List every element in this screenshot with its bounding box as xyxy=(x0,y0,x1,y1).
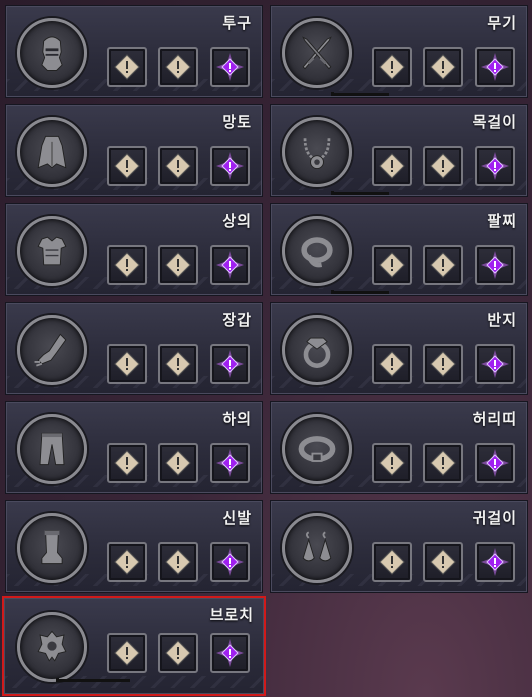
socket-purple-rune-icon[interactable] xyxy=(475,47,515,87)
slot-title: 브로치 xyxy=(209,606,254,624)
socket-rune-icon[interactable] xyxy=(107,344,147,384)
socket-purple-rune-icon[interactable] xyxy=(475,245,515,285)
socket-rune-icon[interactable] xyxy=(158,443,198,483)
connector-line xyxy=(331,92,389,96)
socket-rune-icon[interactable] xyxy=(107,542,147,582)
socket-purple-rune-icon[interactable] xyxy=(210,344,250,384)
slot-panel-brooch[interactable]: 브로치 xyxy=(2,596,266,696)
slot-title: 하의 xyxy=(222,410,252,428)
slot-panel-pants[interactable]: 하의 xyxy=(5,401,263,494)
socket-purple-rune-icon[interactable] xyxy=(210,443,250,483)
socket-rune-icon[interactable] xyxy=(107,443,147,483)
socket-purple-rune-icon[interactable] xyxy=(475,344,515,384)
slot-panel-earrings[interactable]: 귀걸이 xyxy=(270,500,528,593)
slot-title: 귀걸이 xyxy=(472,509,517,527)
cloak-icon[interactable] xyxy=(17,117,87,187)
socket-purple-rune-icon[interactable] xyxy=(210,542,250,582)
slot-panel-necklace[interactable]: 목걸이 xyxy=(270,104,528,197)
socket-rune-icon[interactable] xyxy=(107,245,147,285)
connector-line xyxy=(331,191,389,195)
socket-purple-rune-icon[interactable] xyxy=(475,443,515,483)
chest-armor-icon[interactable] xyxy=(17,216,87,286)
socket-rune-icon[interactable] xyxy=(423,542,463,582)
slot-panel-cloak[interactable]: 망토 xyxy=(5,104,263,197)
slot-title: 장갑 xyxy=(222,311,252,329)
slot-title: 목걸이 xyxy=(472,113,517,131)
socket-purple-rune-icon[interactable] xyxy=(475,542,515,582)
socket-rune-icon[interactable] xyxy=(372,245,412,285)
gauntlet-icon[interactable] xyxy=(17,315,87,385)
socket-rune-icon[interactable] xyxy=(158,245,198,285)
slot-panel-belt[interactable]: 허리띠 xyxy=(270,401,528,494)
belt-icon[interactable] xyxy=(282,414,352,484)
socket-rune-icon[interactable] xyxy=(423,245,463,285)
socket-rune-icon[interactable] xyxy=(158,344,198,384)
slot-title: 반지 xyxy=(487,311,517,329)
slot-title: 팔찌 xyxy=(487,212,517,230)
socket-rune-icon[interactable] xyxy=(107,633,147,673)
socket-purple-rune-icon[interactable] xyxy=(210,146,250,186)
socket-rune-icon[interactable] xyxy=(158,146,198,186)
slot-panel-gloves[interactable]: 장갑 xyxy=(5,302,263,395)
connector-line xyxy=(56,678,130,682)
socket-rune-icon[interactable] xyxy=(372,146,412,186)
slot-panel-weapon[interactable]: 무기 xyxy=(270,5,528,98)
ring-icon[interactable] xyxy=(282,315,352,385)
slot-title: 허리띠 xyxy=(472,410,517,428)
socket-rune-icon[interactable] xyxy=(158,542,198,582)
socket-rune-icon[interactable] xyxy=(158,47,198,87)
socket-purple-rune-icon[interactable] xyxy=(210,633,250,673)
equipment-grid: 투구 무기 망토 목걸이 상의 팔찌 장갑 반지 하의 허리띠 신발 귀걸이 브… xyxy=(0,0,532,697)
helmet-icon[interactable] xyxy=(17,18,87,88)
slot-title: 신발 xyxy=(222,509,252,527)
slot-panel-helmet[interactable]: 투구 xyxy=(5,5,263,98)
slot-title: 무기 xyxy=(487,14,517,32)
socket-purple-rune-icon[interactable] xyxy=(210,245,250,285)
socket-rune-icon[interactable] xyxy=(372,542,412,582)
bracelet-icon[interactable] xyxy=(282,216,352,286)
socket-rune-icon[interactable] xyxy=(372,443,412,483)
socket-rune-icon[interactable] xyxy=(158,633,198,673)
socket-rune-icon[interactable] xyxy=(423,146,463,186)
brooch-icon[interactable] xyxy=(17,612,87,682)
slot-panel-top[interactable]: 상의 xyxy=(5,203,263,296)
socket-rune-icon[interactable] xyxy=(372,47,412,87)
earrings-icon[interactable] xyxy=(282,513,352,583)
slot-title: 망토 xyxy=(222,113,252,131)
socket-rune-icon[interactable] xyxy=(423,47,463,87)
slot-panel-shoes[interactable]: 신발 xyxy=(5,500,263,593)
slot-title: 투구 xyxy=(222,14,252,32)
socket-rune-icon[interactable] xyxy=(107,146,147,186)
connector-line xyxy=(331,290,389,294)
slot-title: 상의 xyxy=(222,212,252,230)
necklace-icon[interactable] xyxy=(282,117,352,187)
crossed-swords-icon[interactable] xyxy=(282,18,352,88)
boots-icon[interactable] xyxy=(17,513,87,583)
socket-rune-icon[interactable] xyxy=(423,344,463,384)
socket-purple-rune-icon[interactable] xyxy=(475,146,515,186)
socket-rune-icon[interactable] xyxy=(423,443,463,483)
slot-panel-bracelet[interactable]: 팔찌 xyxy=(270,203,528,296)
pants-icon[interactable] xyxy=(17,414,87,484)
socket-purple-rune-icon[interactable] xyxy=(210,47,250,87)
socket-rune-icon[interactable] xyxy=(107,47,147,87)
slot-panel-ring[interactable]: 반지 xyxy=(270,302,528,395)
socket-rune-icon[interactable] xyxy=(372,344,412,384)
